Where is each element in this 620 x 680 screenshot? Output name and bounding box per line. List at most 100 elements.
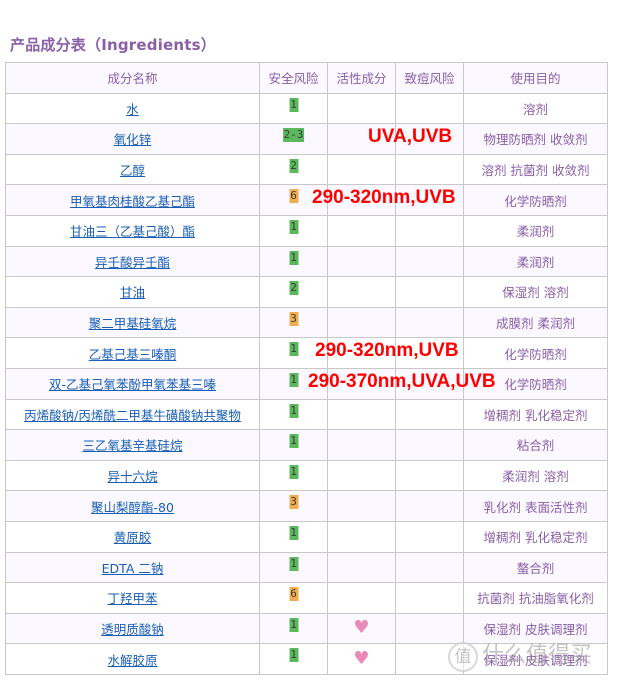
page-title: 产品成分表（Ingredients） [10,36,216,54]
cell-safety-risk: 1 [259,520,328,553]
cell-safety-risk: 1 [259,92,328,125]
ingredient-link[interactable]: 乙基己基三嗪酮 [89,347,177,362]
risk-badge: 6 [289,587,298,602]
cell-ingredient-name: 聚二甲基硅氧烷 [5,306,260,339]
table-row: 水 1 溶剂 [5,92,608,125]
ingredient-link[interactable]: 水 [126,102,139,117]
cell-purpose: 抗菌剂 抗油脂氧化剂 [463,582,608,614]
cell-ingredient-name: 黄原胶 [5,520,260,553]
table-row: 乙基己基三嗪酮 1 化学防晒剂 [5,337,608,369]
cell-purpose: 物理防晒剂 收敛剂 [463,123,608,155]
table-row: 氧化锌 2-3 物理防晒剂 收敛剂 [5,123,608,155]
cell-safety-risk: 3 [259,490,328,522]
ingredient-link[interactable]: 丁羟甲苯 [107,591,157,606]
ingredient-link[interactable]: 聚二甲基硅氧烷 [89,316,177,331]
cell-ingredient-name: 异十六烷 [5,459,260,492]
header-ingredient-name: 成分名称 [5,62,260,94]
table-row: 甘油三（乙基己酸）酯 1 柔润剂 [5,214,608,247]
ingredient-link[interactable]: 甘油三（乙基己酸）酯 [70,224,195,239]
ingredient-link[interactable]: 聚山梨醇酯-80 [91,500,174,515]
risk-badge: 1 [289,97,298,112]
cell-acne-risk [395,582,464,614]
header-active-ingredient: 活性成分 [327,62,396,94]
cell-ingredient-name: 氧化锌 [5,123,260,155]
cell-purpose: 保湿剂 溶剂 [463,276,608,308]
cell-purpose: 柔润剂 [463,214,608,247]
cell-safety-risk: 1 [259,214,328,247]
cell-acne-risk [395,306,464,339]
risk-badge: 1 [289,556,298,571]
uv-annotation: 290-320nm,UVB [312,187,456,208]
cell-ingredient-name: 甘油三（乙基己酸）酯 [5,214,260,247]
cell-ingredient-name: 甘油 [5,276,260,308]
ingredient-link[interactable]: 异壬酸异壬酯 [95,255,170,270]
cell-acne-risk [395,398,464,431]
cell-active-ingredient [327,153,396,186]
ingredient-link[interactable]: 甘油 [120,285,145,300]
cell-purpose: 增稠剂 乳化稳定剂 [463,398,608,431]
purpose-text: 乳化剂 表面活性剂 [483,499,588,515]
ingredient-link[interactable]: EDTA 二钠 [102,561,164,576]
cell-purpose: 粘合剂 [463,429,608,461]
table-row: 聚山梨醇酯-80 3 乳化剂 表面活性剂 [5,490,608,522]
watermark-text: 什么值得买 [482,643,593,668]
ingredient-link[interactable]: 透明质酸钠 [101,622,164,637]
risk-badge: 1 [289,250,298,265]
table-row: 双-乙基己氧苯酚甲氧苯基三嗪 1 化学防晒剂 [5,367,608,400]
cell-acne-risk [395,459,464,492]
heart-icon: ♥ [353,648,370,670]
cell-acne-risk [395,92,464,125]
purpose-text: 抗菌剂 抗油脂氧化剂 [477,591,594,607]
purpose-text: 保湿剂 皮肤调理剂 [483,621,588,637]
ingredient-link[interactable]: 三乙氧基辛基硅烷 [82,438,182,453]
purpose-text: 柔润剂 [516,224,555,240]
cell-ingredient-name: 透明质酸钠 [5,612,260,645]
purpose-text: 保湿剂 溶剂 [502,285,569,301]
cell-active-ingredient [327,306,396,339]
heart-icon: ♥ [353,617,370,639]
risk-badge: 6 [289,189,298,204]
cell-active-ingredient [327,245,396,278]
purpose-text: 增稠剂 乳化稳定剂 [483,530,588,546]
cell-safety-risk: 1 [259,551,328,584]
cell-ingredient-name: 乙基己基三嗪酮 [5,337,260,369]
purpose-text: 柔润剂 溶剂 [502,469,569,485]
risk-badge: 1 [289,403,298,418]
purpose-text: 化学防晒剂 [504,377,567,393]
cell-acne-risk [395,153,464,186]
cell-safety-risk: 2 [259,153,328,186]
cell-purpose: 柔润剂 溶剂 [463,459,608,492]
cell-active-ingredient [327,92,396,125]
cell-ingredient-name: 丙烯酸钠/丙烯酰二甲基牛磺酸钠共聚物 [5,398,260,431]
ingredient-link[interactable]: 丙烯酸钠/丙烯酰二甲基牛磺酸钠共聚物 [24,408,241,423]
cell-purpose: 柔润剂 [463,245,608,278]
cell-active-ingredient [327,459,396,492]
ingredient-link[interactable]: 异十六烷 [107,469,157,484]
cell-ingredient-name: 三乙氧基辛基硅烷 [5,429,260,461]
cell-active-ingredient [327,551,396,584]
cell-ingredient-name: 双-乙基己氧苯酚甲氧苯基三嗪 [5,367,260,400]
uv-annotation: UVA,UVB [368,126,453,147]
cell-purpose: 化学防晒剂 [463,184,608,216]
cell-active-ingredient [327,429,396,461]
risk-badge: 1 [289,617,298,632]
cell-safety-risk: 1 [259,612,328,645]
cell-active-ingredient [327,214,396,247]
cell-safety-risk: 6 [259,582,328,614]
ingredient-link[interactable]: 甲氧基肉桂酸乙基己酯 [70,194,195,209]
purpose-text: 物理防晒剂 收敛剂 [483,132,588,148]
risk-badge: 3 [289,311,298,326]
ingredient-link[interactable]: 双-乙基己氧苯酚甲氧苯基三嗪 [49,377,216,392]
ingredient-link[interactable]: 氧化锌 [114,132,152,147]
ingredient-link[interactable]: 乙醇 [120,163,145,178]
table-row: 三乙氧基辛基硅烷 1 粘合剂 [5,429,608,461]
ingredient-link[interactable]: 黄原胶 [114,530,152,545]
cell-safety-risk: 2 [259,276,328,308]
cell-ingredient-name: 水解胶原 [5,643,260,675]
table-row: 黄原胶 1 增稠剂 乳化稳定剂 [5,520,608,553]
cell-active-ingredient [327,490,396,522]
purpose-text: 溶剂 抗菌剂 收敛剂 [481,163,590,179]
cell-acne-risk [395,429,464,461]
ingredient-link[interactable]: 水解胶原 [107,653,157,668]
cell-purpose: 螯合剂 [463,551,608,584]
